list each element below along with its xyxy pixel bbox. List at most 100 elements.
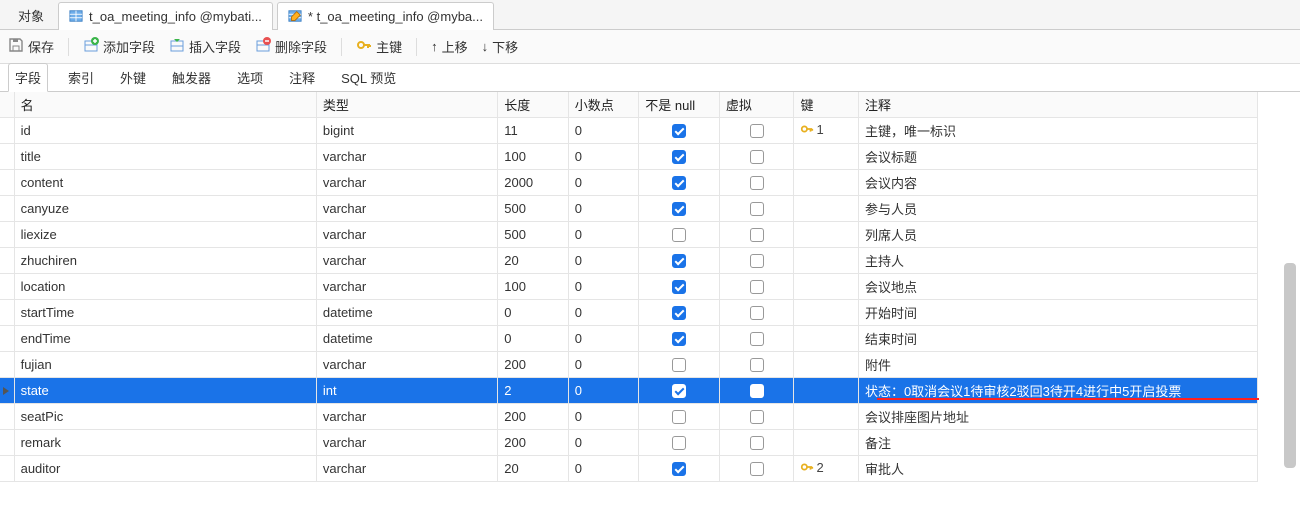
cell-key[interactable] (794, 300, 858, 326)
cell-type[interactable]: varchar (316, 170, 497, 196)
cell-key[interactable] (794, 274, 858, 300)
table-row[interactable]: fujianvarchar2000附件 (0, 352, 1258, 378)
header-not-null[interactable]: 不是 null (639, 92, 720, 118)
cell-length[interactable]: 500 (498, 222, 569, 248)
cell-decimals[interactable]: 0 (568, 196, 639, 222)
table-row[interactable]: titlevarchar1000会议标题 (0, 144, 1258, 170)
cell-key[interactable]: 1 (794, 118, 858, 144)
cell-length[interactable]: 20 (498, 456, 569, 482)
cell-comment[interactable]: 列席人员 (858, 222, 1257, 248)
cell-not-null[interactable] (639, 300, 720, 326)
tab-foreign-keys[interactable]: 外键 (114, 64, 152, 91)
cell-decimals[interactable]: 0 (568, 430, 639, 456)
cell-length[interactable]: 500 (498, 196, 569, 222)
checkbox-icon[interactable] (672, 150, 686, 164)
table-row[interactable]: endTimedatetime00结束时间 (0, 326, 1258, 352)
cell-virtual[interactable] (719, 118, 794, 144)
cell-key[interactable] (794, 170, 858, 196)
cell-decimals[interactable]: 0 (568, 170, 639, 196)
checkbox-icon[interactable] (750, 462, 764, 476)
checkbox-icon[interactable] (750, 254, 764, 268)
cell-name[interactable]: zhuchiren (14, 248, 316, 274)
tab-comment[interactable]: 注释 (283, 64, 321, 91)
cell-type[interactable]: varchar (316, 456, 497, 482)
cell-length[interactable]: 200 (498, 430, 569, 456)
cell-not-null[interactable] (639, 378, 720, 404)
cell-not-null[interactable] (639, 456, 720, 482)
cell-type[interactable]: int (316, 378, 497, 404)
cell-virtual[interactable] (719, 170, 794, 196)
checkbox-icon[interactable] (750, 202, 764, 216)
cell-virtual[interactable] (719, 144, 794, 170)
cell-comment[interactable]: 主持人 (858, 248, 1257, 274)
primary-key-button[interactable]: 主键 (356, 37, 402, 56)
cell-not-null[interactable] (639, 352, 720, 378)
checkbox-icon[interactable] (750, 384, 764, 398)
vertical-scrollbar[interactable] (1284, 263, 1296, 468)
cell-key[interactable] (794, 144, 858, 170)
checkbox-icon[interactable] (672, 202, 686, 216)
cell-virtual[interactable] (719, 222, 794, 248)
cell-name[interactable]: location (14, 274, 316, 300)
checkbox-icon[interactable] (750, 176, 764, 190)
cell-virtual[interactable] (719, 352, 794, 378)
table-row[interactable]: locationvarchar1000会议地点 (0, 274, 1258, 300)
cell-length[interactable]: 0 (498, 300, 569, 326)
cell-not-null[interactable] (639, 170, 720, 196)
cell-type[interactable]: varchar (316, 144, 497, 170)
table-row[interactable]: startTimedatetime00开始时间 (0, 300, 1258, 326)
checkbox-icon[interactable] (672, 410, 686, 424)
cell-virtual[interactable] (719, 196, 794, 222)
checkbox-icon[interactable] (750, 332, 764, 346)
tab-table-1[interactable]: t_oa_meeting_info @mybati... (58, 2, 273, 30)
checkbox-icon[interactable] (750, 306, 764, 320)
cell-not-null[interactable] (639, 404, 720, 430)
cell-decimals[interactable]: 0 (568, 456, 639, 482)
cell-name[interactable]: liexize (14, 222, 316, 248)
checkbox-icon[interactable] (750, 280, 764, 294)
cell-name[interactable]: startTime (14, 300, 316, 326)
checkbox-icon[interactable] (672, 280, 686, 294)
tab-triggers[interactable]: 触发器 (166, 64, 217, 91)
checkbox-icon[interactable] (672, 358, 686, 372)
cell-decimals[interactable]: 0 (568, 118, 639, 144)
cell-comment[interactable]: 会议内容 (858, 170, 1257, 196)
cell-type[interactable]: varchar (316, 274, 497, 300)
cell-comment[interactable]: 主键，唯一标识 (858, 118, 1257, 144)
cell-decimals[interactable]: 0 (568, 352, 639, 378)
cell-length[interactable]: 100 (498, 144, 569, 170)
cell-not-null[interactable] (639, 196, 720, 222)
tab-indexes[interactable]: 索引 (62, 64, 100, 91)
cell-decimals[interactable]: 0 (568, 378, 639, 404)
cell-length[interactable]: 200 (498, 404, 569, 430)
tab-objects[interactable]: 对象 (8, 2, 54, 30)
cell-name[interactable]: fujian (14, 352, 316, 378)
cell-type[interactable]: bigint (316, 118, 497, 144)
cell-name[interactable]: remark (14, 430, 316, 456)
cell-comment[interactable]: 备注 (858, 430, 1257, 456)
cell-type[interactable]: varchar (316, 430, 497, 456)
cell-not-null[interactable] (639, 222, 720, 248)
cell-decimals[interactable]: 0 (568, 404, 639, 430)
checkbox-icon[interactable] (750, 410, 764, 424)
cell-key[interactable] (794, 404, 858, 430)
cell-decimals[interactable]: 0 (568, 300, 639, 326)
cell-key[interactable] (794, 352, 858, 378)
cell-not-null[interactable] (639, 144, 720, 170)
cell-virtual[interactable] (719, 456, 794, 482)
table-row[interactable]: idbigint1101主键，唯一标识 (0, 118, 1258, 144)
cell-name[interactable]: content (14, 170, 316, 196)
cell-type[interactable]: varchar (316, 196, 497, 222)
cell-key[interactable] (794, 196, 858, 222)
tab-table-2-active[interactable]: * t_oa_meeting_info @myba... (277, 2, 494, 30)
header-type[interactable]: 类型 (316, 92, 497, 118)
move-down-button[interactable]: ↓ 下移 (482, 37, 519, 56)
cell-type[interactable]: varchar (316, 404, 497, 430)
insert-field-button[interactable]: 插入字段 (169, 37, 241, 56)
cell-virtual[interactable] (719, 430, 794, 456)
cell-name[interactable]: state (14, 378, 316, 404)
cell-key[interactable] (794, 430, 858, 456)
header-comment[interactable]: 注释 (858, 92, 1257, 118)
cell-decimals[interactable]: 0 (568, 222, 639, 248)
checkbox-icon[interactable] (672, 254, 686, 268)
